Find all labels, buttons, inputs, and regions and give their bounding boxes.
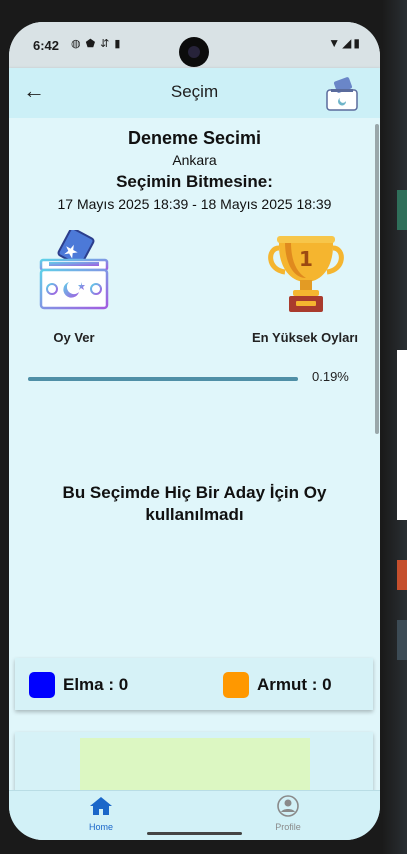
trophy-icon: 1 <box>268 236 344 312</box>
shield-icon: ◍ <box>71 38 86 50</box>
legend-swatch <box>223 672 249 698</box>
legend-swatch <box>29 672 55 698</box>
home-icon <box>90 797 112 815</box>
peek-block <box>397 190 407 230</box>
election-date-range: 17 Mayıs 2025 18:39 - 18 Mayıs 2025 18:3… <box>57 196 332 212</box>
profile-icon <box>277 795 299 817</box>
peek-block <box>397 350 407 520</box>
vote-progress-fill <box>28 377 298 381</box>
wifi-icon: ▼ <box>328 36 343 50</box>
vote-progress-text: 0.19% <box>312 369 349 384</box>
nav-home[interactable]: Home <box>71 795 131 832</box>
top-votes-button[interactable]: 1 En Yüksek Oyları <box>245 230 365 352</box>
legend-label: Armut : 0 <box>257 675 332 694</box>
nav-profile[interactable]: Profile <box>258 795 318 832</box>
ad-card <box>15 732 373 792</box>
scrollbar[interactable] <box>375 124 379 434</box>
front-camera <box>179 37 209 67</box>
election-content: Deneme Secimi Ankara Seçimin Bitmesine: … <box>9 118 380 792</box>
vote-label: Oy Ver <box>53 330 95 345</box>
ad-banner[interactable] <box>80 738 310 792</box>
status-bar: 6:42 ◍⬟⇵▮ ▼◢▮ <box>9 22 380 68</box>
data-saver-icon: ⇵ <box>100 38 115 50</box>
ballot-box-icon <box>39 230 109 310</box>
no-votes-message: Bu Seçimde Hiç Bir Aday İçin Oy kullanıl… <box>62 483 327 524</box>
peek-block <box>397 620 407 660</box>
status-icons-left: ◍⬟⇵▮ <box>71 37 125 50</box>
battery-icon: ▮ <box>353 36 362 50</box>
legend-item-elma: Elma : 0 <box>29 672 128 698</box>
trophy-number: 1 <box>299 247 313 271</box>
app-bar: ← Seçim <box>9 68 380 118</box>
legend-label: Elma : 0 <box>63 675 129 694</box>
vote-button[interactable]: Oy Ver <box>35 230 113 352</box>
peek-block <box>397 560 407 590</box>
app-screen: 6:42 ◍⬟⇵▮ ▼◢▮ ← Seçim Deneme Secimi Anka… <box>9 22 380 840</box>
nav-profile-label: Profile <box>275 822 301 832</box>
vpn-icon: ⬟ <box>85 38 101 50</box>
election-name: Deneme Secimi <box>127 128 262 148</box>
top-votes-label: En Yüksek Oyları <box>252 330 358 345</box>
gesture-bar <box>147 832 242 835</box>
nav-home-label: Home <box>88 822 113 832</box>
countdown-label: Seçimin Bitmesine: <box>116 172 273 191</box>
status-time: 6:42 <box>33 38 60 53</box>
candidate-legend: Elma : 0 Armut : 0 <box>15 658 373 710</box>
sd-card-icon: ▮ <box>114 38 126 50</box>
signal-icon: ◢ <box>342 36 354 50</box>
legend-item-armut: Armut : 0 <box>223 672 332 698</box>
status-icons-right: ▼◢▮ <box>328 36 362 50</box>
vote-progress-bar <box>28 377 298 381</box>
ballot-box-logo-icon <box>326 77 358 111</box>
background-app-peek <box>383 0 407 854</box>
election-city: Ankara <box>172 152 217 168</box>
